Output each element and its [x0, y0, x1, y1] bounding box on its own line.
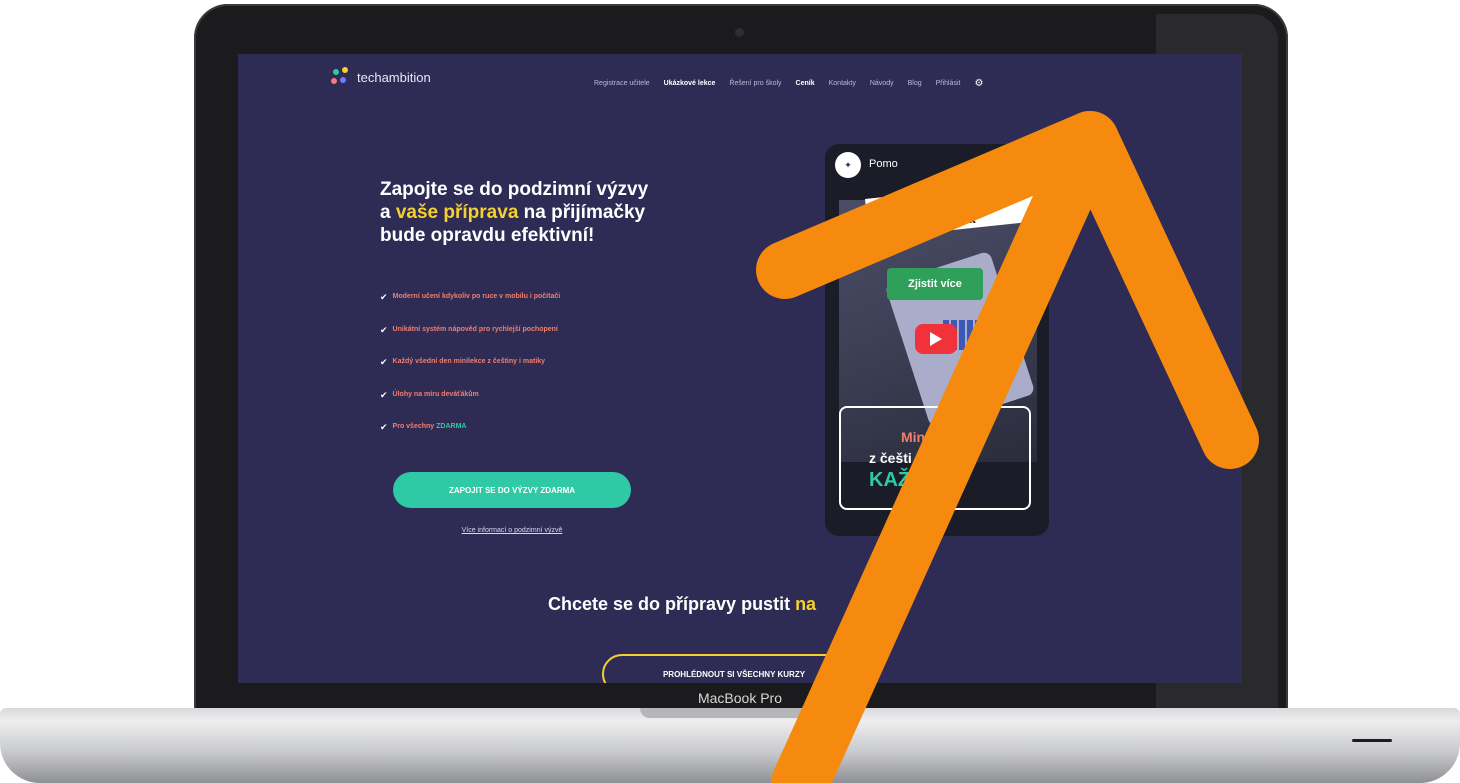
checkmark-icon: ✔ [380, 292, 388, 302]
section-heading-prefix: Chcete se do přípravy pustit [548, 594, 796, 614]
nav-item-kontakty[interactable]: Kontakty [829, 80, 856, 87]
hero-title-line3: bude opravdu efektivní! [380, 225, 595, 246]
video-box-line2: z češti [869, 450, 912, 466]
list-item: ✔ Každý všední den minilekce z češtiny i … [380, 357, 560, 390]
video-box-line3: KAŽ N [869, 469, 931, 491]
list-item-highlight: ZDARMA [436, 423, 467, 430]
hero-title-line1: Zapojte se do podzimní výzvy [380, 179, 649, 200]
channel-avatar: ✦ [835, 152, 861, 178]
checkmark-icon: ✔ [380, 324, 388, 335]
video-banner-text: ýzva [945, 210, 976, 226]
list-item: ✔ Moderní učení kdykoliv po ruce v mobilu… [380, 292, 560, 325]
list-item: ✔ Pro všechny ZDARMA [380, 422, 560, 455]
section-heading: Chcete se do přípravy pustit na [548, 594, 1028, 615]
section-heading-highlight: na [795, 594, 817, 614]
camera-icon [735, 28, 744, 37]
main-nav: Registrace učitele Ukázkové lekce Řešení… [594, 78, 983, 89]
laptop-hinge-notch [640, 708, 820, 718]
list-item-prefix: Pro všechny [392, 423, 437, 430]
nav-item-blog[interactable]: Blog [908, 80, 922, 87]
benefit-list: ✔ Moderní učení kdykoliv po ruce v mobilu… [380, 292, 560, 455]
laptop-base [0, 708, 1460, 783]
play-icon[interactable] [915, 324, 957, 354]
nav-item-cenik[interactable]: Ceník [796, 80, 815, 87]
logo-text: techambition [357, 69, 431, 85]
hero-title: Zapojte se do podzimní výzvy a vaše příp… [380, 178, 720, 247]
list-item-text: Pro všechny ZDARMA [393, 422, 467, 432]
checkmark-icon: ✔ [380, 357, 388, 367]
video-info-box [839, 406, 1031, 510]
gear-icon[interactable]: ⚙ [975, 78, 984, 89]
video-box-line1: Mini [901, 429, 929, 445]
hero-title-highlight: vaše příprava [395, 202, 519, 223]
list-item: ✔ Unikátní systém nápověd pro rychlejší p… [380, 325, 560, 358]
site-logo[interactable]: techambition [331, 67, 431, 87]
join-challenge-button[interactable]: ZAPOJIT SE DO VÝZVY ZDARMA [393, 472, 631, 508]
hero-title-suffix: na přijímačky [518, 202, 646, 223]
checkmark-icon: ✔ [380, 422, 388, 432]
laptop-screen: techambition Registrace učitele Ukázkové… [238, 54, 1242, 683]
list-item-text: Unikátní systém nápověd pro rychlejší po… [392, 325, 558, 333]
hero-title-prefix: a [380, 202, 396, 223]
nav-item-ukazkove-lekce[interactable]: Ukázkové lekce [664, 80, 716, 87]
list-item-text: Úlohy na míru deváťákům [392, 390, 479, 398]
list-item-text: Každý všední den minilekce z češtiny i m… [392, 358, 546, 365]
checkmark-icon: ✔ [380, 389, 388, 400]
nav-item-reseni-pro-skoly[interactable]: Řešení pro školy [729, 80, 781, 87]
nav-item-prihlasit[interactable]: Přihlásit [936, 80, 961, 87]
list-item: ✔ Úlohy na míru deváťákům [380, 390, 560, 423]
browse-courses-button[interactable]: PROHLÉDNOUT SI VŠECHNY KURZY [602, 654, 866, 683]
nav-item-registrace[interactable]: Registrace učitele [594, 80, 650, 87]
laptop-side-slot [1352, 739, 1392, 742]
logo-icon [331, 67, 351, 87]
hero-title-line2: a vaše příprava na přijímačky [380, 201, 720, 224]
more-info-link[interactable]: Více informací o podzimní výzvě [426, 527, 598, 534]
device-model-label: MacBook Pro [697, 690, 783, 706]
video-card[interactable]: ✦ Pomo ýzva Zjistit více Mini z češti KA… [825, 144, 1049, 536]
learn-more-button[interactable]: Zjistit více [887, 268, 983, 300]
video-title: Pomo [869, 158, 898, 170]
nav-item-navody[interactable]: Návody [870, 80, 894, 87]
list-item-text: Moderní učení kdykoliv po ruce v mobilu … [392, 293, 561, 300]
